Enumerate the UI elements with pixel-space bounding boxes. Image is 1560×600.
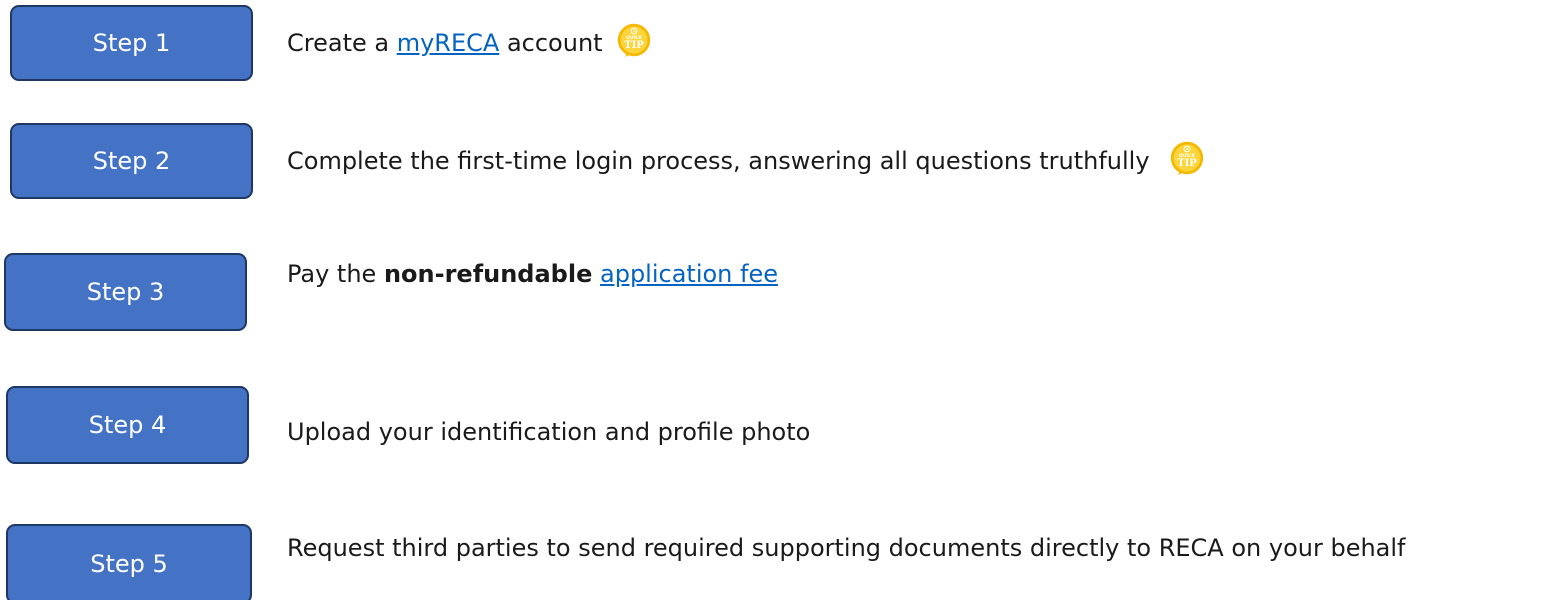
step-2-label: Step 2 [92, 147, 171, 175]
step-1-button[interactable]: Step 1 [10, 5, 253, 81]
step-4-label: Step 4 [88, 411, 167, 439]
step-2-button[interactable]: Step 2 [10, 123, 253, 199]
step-3-text: Pay the non-refundable application fee [287, 260, 778, 288]
step-1-text: Create a myRECA account QUICK TIP [287, 23, 652, 62]
quick-tip-icon[interactable]: QUICK TIP [1169, 140, 1205, 176]
quick-tip-icon[interactable]: QUICK TIP [616, 22, 652, 58]
step-5-text: Request third parties to send required s… [287, 534, 1406, 562]
step-3-label: Step 3 [86, 278, 165, 306]
step-4-text: Upload your identification and profile p… [287, 418, 811, 446]
step-1-label: Step 1 [92, 29, 171, 57]
step-3-button[interactable]: Step 3 [4, 253, 247, 331]
non-refundable-text: non-refundable [383, 260, 593, 288]
step-5-button[interactable]: Step 5 [6, 524, 252, 600]
step-4-button[interactable]: Step 4 [6, 386, 249, 464]
myreca-link[interactable]: myRECA [397, 29, 500, 57]
quick-tip-main-text: TIP [625, 40, 645, 51]
application-fee-link[interactable]: application fee [600, 260, 778, 288]
step-5-label: Step 5 [90, 550, 168, 578]
step-2-text: Complete the first-time login process, a… [287, 141, 1205, 180]
quick-tip-main-text: TIP [1177, 158, 1197, 169]
